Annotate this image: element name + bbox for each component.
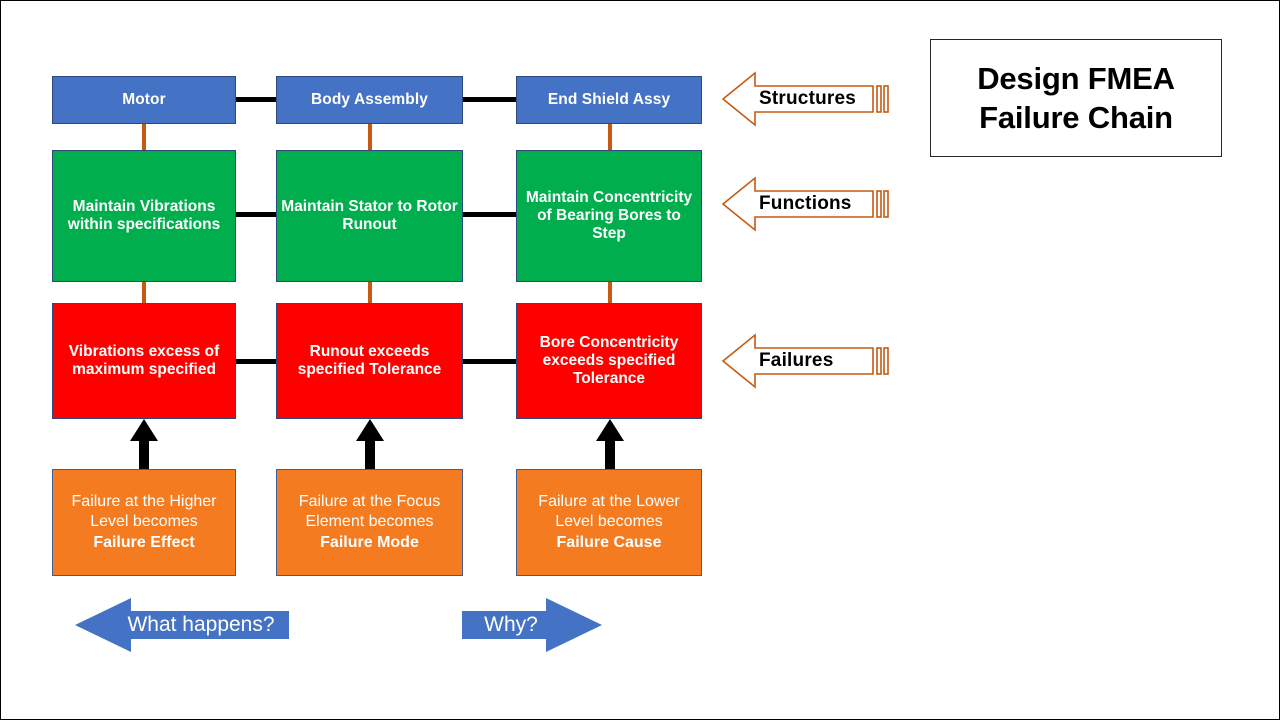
connector-structures-2-3 [462, 97, 517, 102]
function-box-bearing-bore-concentricity[interactable]: Maintain Concentricity of Bearing Bores … [516, 150, 702, 282]
definition-text-3: Failure at the Lower Level becomes Failu… [517, 492, 701, 553]
band-arrow-structures: Structures [721, 71, 891, 127]
band-label-functions: Functions [759, 193, 852, 214]
function-box-stator-rotor-runout[interactable]: Maintain Stator to Rotor Runout [276, 150, 463, 282]
definition-box-failure-effect[interactable]: Failure at the Higher Level becomes Fail… [52, 469, 236, 576]
definition-box-failure-mode[interactable]: Failure at the Focus Element becomes Fai… [276, 469, 463, 576]
function-label-1: Maintain Vibrations within specification… [67, 198, 221, 233]
connector-col1-structure-function [142, 123, 146, 150]
band-label-failures: Failures [759, 350, 834, 371]
definition-text-1: Failure at the Higher Level becomes Fail… [53, 492, 235, 553]
connector-col1-function-failure [142, 282, 146, 303]
band-label-structures: Structures [759, 88, 857, 109]
flow-label-why: Why? [484, 613, 538, 636]
structure-label-2: Body Assembly [310, 91, 428, 109]
connector-failures-1-2 [235, 359, 277, 364]
failure-label-2: Runout exceeds specified Tolerance [297, 343, 442, 378]
flow-label-what-happens: What happens? [127, 613, 275, 636]
definition-lead-3: Failure at the Lower Level becomes [538, 492, 680, 531]
definition-text-2: Failure at the Focus Element becomes Fai… [277, 492, 462, 553]
band-arrow-functions: Functions [721, 176, 891, 232]
band-arrow-failures: Failures [721, 333, 891, 389]
flow-arrow-why: Why? [462, 598, 602, 652]
connector-col2-function-failure [368, 282, 372, 303]
failure-label-1: Vibrations excess of maximum specified [68, 343, 220, 378]
up-arrow-col2 [355, 419, 385, 471]
connector-failures-2-3 [462, 359, 517, 364]
structure-box-motor[interactable]: Motor [52, 76, 236, 124]
page-title-line-1: Design FMEA [977, 60, 1175, 96]
function-label-2: Maintain Stator to Rotor Runout [281, 198, 458, 233]
failure-box-runout-exceeds[interactable]: Runout exceeds specified Tolerance [276, 303, 463, 419]
page-title-line-2: Failure Chain [979, 100, 1173, 135]
failure-box-bore-concentricity-exceeds[interactable]: Bore Concentricity exceeds specified Tol… [516, 303, 702, 419]
definition-term-2: Failure Mode [320, 533, 419, 551]
structure-box-end-shield-assy[interactable]: End Shield Assy [516, 76, 702, 124]
page-title: Design FMEA Failure Chain [930, 39, 1222, 157]
up-arrow-col3 [595, 419, 625, 471]
definition-lead-2: Failure at the Focus Element becomes [298, 492, 441, 531]
definition-term-3: Failure Cause [556, 533, 662, 551]
definition-term-1: Failure Effect [93, 533, 195, 551]
fmea-failure-chain-diagram: Motor Body Assembly End Shield Assy Main… [0, 0, 1280, 720]
function-label-3: Maintain Concentricity of Bearing Bores … [525, 189, 693, 242]
structure-box-body-assembly[interactable]: Body Assembly [276, 76, 463, 124]
definition-box-failure-cause[interactable]: Failure at the Lower Level becomes Failu… [516, 469, 702, 576]
failure-box-vibrations-excess[interactable]: Vibrations excess of maximum specified [52, 303, 236, 419]
structure-label-1: Motor [122, 91, 166, 109]
function-box-vibrations[interactable]: Maintain Vibrations within specification… [52, 150, 236, 282]
connector-functions-2-3 [462, 212, 517, 217]
failure-label-3: Bore Concentricity exceeds specified Tol… [539, 334, 679, 387]
definition-lead-1: Failure at the Higher Level becomes [71, 492, 217, 531]
connector-col2-structure-function [368, 123, 372, 150]
connector-col3-structure-function [608, 123, 612, 150]
up-arrow-col1 [129, 419, 159, 471]
connector-functions-1-2 [235, 212, 277, 217]
structure-label-3: End Shield Assy [547, 91, 671, 109]
flow-arrow-what-happens: What happens? [75, 598, 289, 652]
connector-structures-1-2 [235, 97, 277, 102]
connector-col3-function-failure [608, 282, 612, 303]
